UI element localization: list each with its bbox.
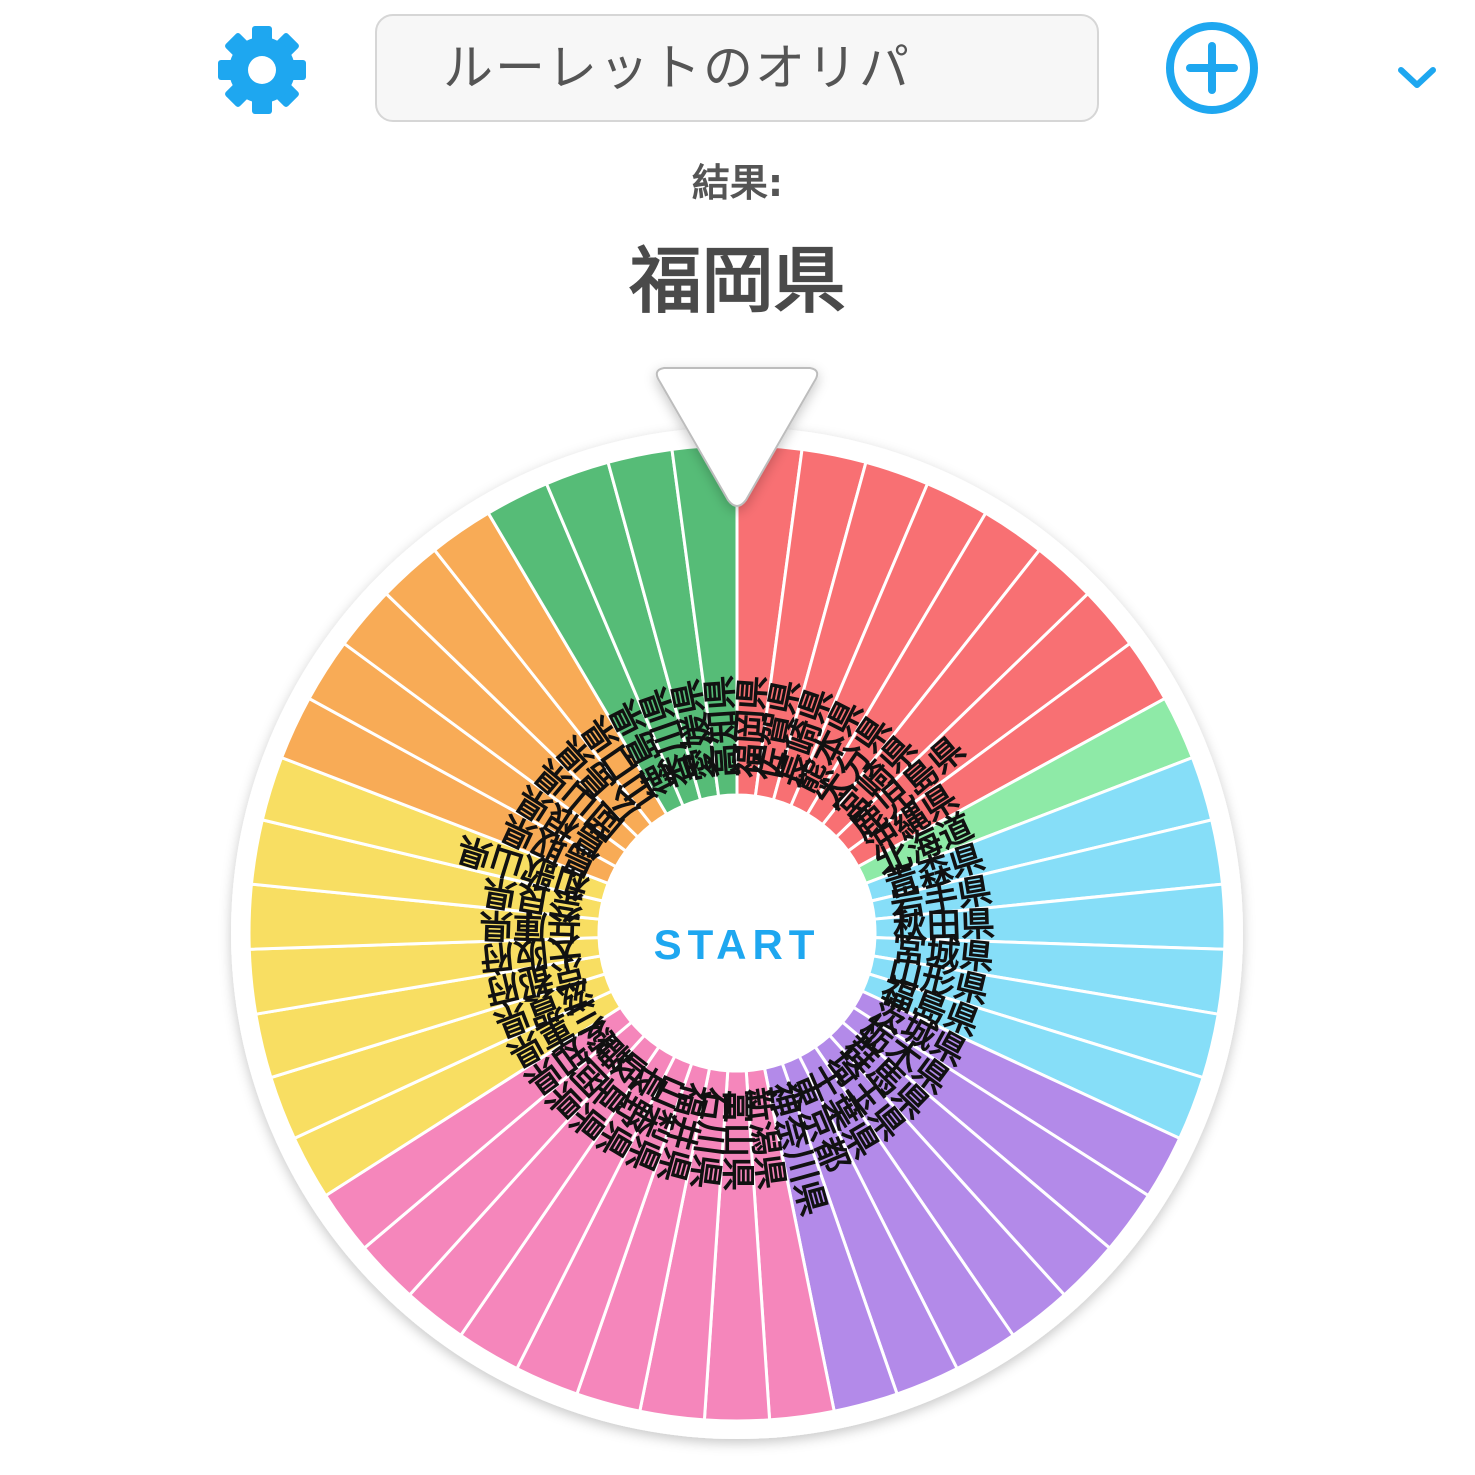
start-button[interactable]: START xyxy=(617,905,857,985)
result-value: 福岡県 xyxy=(629,239,846,323)
app-header: ルーレットのオリパ xyxy=(0,0,1475,140)
gear-icon xyxy=(218,26,306,114)
wheel-segment-label: 高知県 xyxy=(700,674,747,778)
chevron-down-icon xyxy=(1398,67,1436,88)
plus-circle-icon xyxy=(1166,22,1258,114)
wheel-graphic: 福岡県佐賀県長崎県熊本県大分県宮崎県鹿児島県沖縄県北海道青森県岩手県秋田県宮城県… xyxy=(231,367,1243,1439)
roulette-title: ルーレットのオリパ xyxy=(443,39,911,97)
settings-button[interactable] xyxy=(212,20,312,120)
add-roulette-button[interactable] xyxy=(1162,18,1262,118)
result-label: 結果: xyxy=(691,161,784,205)
roulette-wheel[interactable]: 福岡県 佐賀県 長崎県 熊本県 大分県 宮崎県 鹿児島県 沖縄県 北海道 青森県 岩手県 秋田県 宮城県… xyxy=(0,330,1475,1470)
roulette-selector[interactable]: ルーレットのオリパ xyxy=(375,14,1436,122)
